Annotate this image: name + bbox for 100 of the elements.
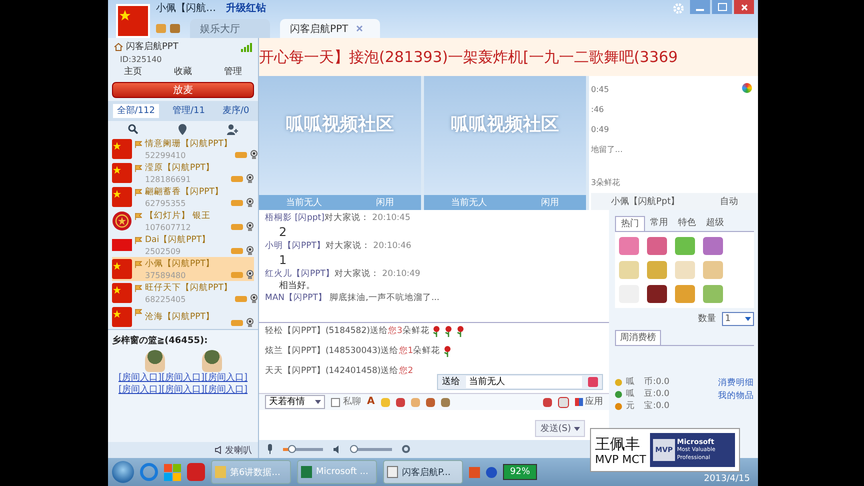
private-chat-checkbox[interactable]: 私聊 — [331, 396, 361, 408]
member-item[interactable]: 沧海【闪航PPT】 — [112, 305, 254, 329]
member-tab[interactable]: 麦序/0 — [218, 104, 254, 118]
user-avatar[interactable] — [116, 4, 150, 38]
room-link[interactable]: 管理 — [224, 66, 242, 79]
gift-tab[interactable]: 超级 — [701, 216, 729, 231]
flag-avatar-icon — [112, 187, 132, 207]
close-button[interactable] — [734, 0, 754, 14]
cartoon-soldier-drawing — [144, 350, 164, 372]
taskbar-task[interactable]: 闪客启航P... — [383, 460, 463, 484]
chat-message: 相当好。 — [278, 280, 316, 292]
room-entrance-link[interactable]: [房间入口] — [204, 372, 248, 384]
user-name: 小佩【闪航… — [156, 2, 216, 15]
location-pin-icon[interactable] — [178, 124, 187, 134]
chat-text: 地留了... — [591, 144, 623, 156]
settings-icon[interactable] — [673, 3, 684, 14]
send-button[interactable]: 发送(S) — [535, 420, 585, 437]
member-item[interactable]: 小佩【闪航PPT】 37589480 — [112, 257, 254, 281]
font-style-button[interactable]: A — [367, 396, 375, 408]
tiles-icon[interactable] — [164, 464, 181, 480]
member-number: 62795355 — [145, 199, 186, 209]
mic-button[interactable]: 放麦 — [112, 82, 254, 98]
apps-button[interactable]: 应用 — [575, 396, 603, 408]
quantity-label: 数量 — [698, 313, 716, 325]
member-name: 翩翩蓄香【闪PPT】 — [145, 186, 224, 199]
quantity-dropdown[interactable]: 1 — [722, 312, 754, 326]
balance-text: 呱 币:0.0 — [626, 377, 670, 388]
room-link[interactable]: 收藏 — [174, 66, 192, 79]
marquee-banner: 开心每一天】接泡(281393)一架轰炸机[一九一二歌舞吧(3369 — [259, 38, 758, 76]
user-name: 小佩【闪航Ppt】 — [611, 196, 680, 208]
pennant-icon — [135, 165, 142, 172]
flag-avatar-icon — [112, 307, 132, 327]
room-entrance-link[interactable]: [房间入口] — [204, 384, 248, 396]
member-name: 沧海【闪航PPT】 — [145, 310, 214, 324]
gift-tab[interactable]: 特色 — [673, 216, 701, 231]
close-icon[interactable] — [356, 25, 364, 32]
microphone-icon — [267, 444, 273, 454]
member-name: 情意阑珊【闪航PPT】 — [145, 138, 232, 151]
room-tab[interactable]: 娱乐大厅 — [190, 19, 270, 38]
slider-thumb[interactable] — [288, 444, 296, 452]
gift-message: 炫兰【闪PPT】(148530043)送给您1朵鲜花 — [265, 345, 440, 357]
member-number: 107607712 — [145, 223, 191, 233]
presenter-titles: MVP MCT — [595, 452, 646, 466]
signal-icon — [241, 42, 252, 52]
close-icon — [740, 4, 748, 10]
webcam-icon — [250, 294, 258, 303]
member-number: 2502509 — [145, 247, 181, 257]
pennant-icon — [135, 309, 142, 316]
maximize-button[interactable] — [712, 0, 732, 14]
room-entrance-link[interactable]: [房间入口] — [118, 372, 162, 384]
member-item[interactable]: 滢原【闪航PPT】 128186691 — [112, 161, 254, 185]
notice-title: 乡梓窗の篮≧(46455): — [112, 335, 209, 348]
member-item[interactable]: 旺仔天下【闪航PPT】 68225405 — [112, 281, 254, 305]
video-status: 当前无人 — [451, 196, 487, 209]
member-item[interactable]: 【幻灯片】 银王 107607712 — [112, 209, 254, 233]
clock-date: 2013/4/15 — [704, 473, 750, 485]
webcam-icon — [246, 198, 254, 207]
webcam-icon — [250, 150, 258, 159]
member-number: 68225405 — [145, 295, 186, 305]
video-mode: 闲用 — [541, 196, 559, 209]
recipient-dropdown[interactable]: 当前无人 — [466, 376, 582, 388]
account-link[interactable]: 消费明细 — [718, 377, 754, 389]
battery-indicator: 92% — [503, 464, 538, 480]
send-to-label: 送给 — [442, 376, 460, 388]
chat-text: :46 — [591, 104, 604, 116]
flag-avatar-icon — [112, 139, 132, 159]
add-user-icon[interactable] — [227, 124, 238, 134]
weekly-rank-tab[interactable]: 周消费榜 — [615, 330, 661, 345]
slider-thumb[interactable] — [350, 444, 358, 452]
gift-tab[interactable]: 常用 — [645, 216, 673, 231]
room-tab[interactable]: 闪客启航PPT — [280, 19, 380, 38]
member-tab[interactable]: 全部/112 — [112, 104, 159, 118]
flag-avatar-icon — [112, 163, 132, 183]
room-entrance-link[interactable]: [房间入口] — [118, 384, 162, 396]
room-entrance-link[interactable]: [房间入口] — [161, 384, 205, 396]
horn-button[interactable]: 发喇叭 — [225, 444, 252, 456]
account-link[interactable]: 我的物品 — [718, 390, 754, 402]
minimize-button[interactable] — [690, 0, 710, 14]
room-entrance-link[interactable]: [房间入口] — [161, 372, 205, 384]
webcam-icon — [246, 246, 254, 255]
member-name: 旺仔天下【闪航PPT】 — [145, 282, 232, 295]
member-item[interactable]: 情意阑珊【闪航PPT】 52299410 — [112, 137, 254, 161]
video-logo: 呱呱视频社区 — [451, 113, 559, 136]
font-dropdown[interactable]: 天若有情 — [265, 395, 325, 409]
room-link[interactable]: 主页 — [124, 66, 142, 79]
gift-tab[interactable]: 热门 — [615, 216, 645, 231]
home-icon — [114, 43, 123, 51]
record-icon[interactable] — [402, 445, 410, 453]
member-number: 128186691 — [145, 175, 191, 185]
search-icon[interactable] — [128, 124, 138, 134]
member-tab[interactable]: 管理/11 — [168, 104, 209, 118]
video-logo: 呱呱视频社区 — [286, 113, 394, 136]
member-item[interactable]: 翩翩蓄香【闪PPT】 62795355 — [112, 185, 254, 209]
start-button[interactable] — [112, 461, 134, 483]
member-item[interactable]: Dai【闪航PPT】 2502509 — [112, 233, 254, 257]
upgrade-link[interactable]: 升级红钻 — [226, 1, 266, 15]
pennant-icon — [135, 189, 142, 196]
video-mode: 自动 — [720, 196, 738, 208]
member-name: 滢原【闪航PPT】 — [145, 162, 214, 175]
browser-icon[interactable] — [140, 463, 158, 481]
